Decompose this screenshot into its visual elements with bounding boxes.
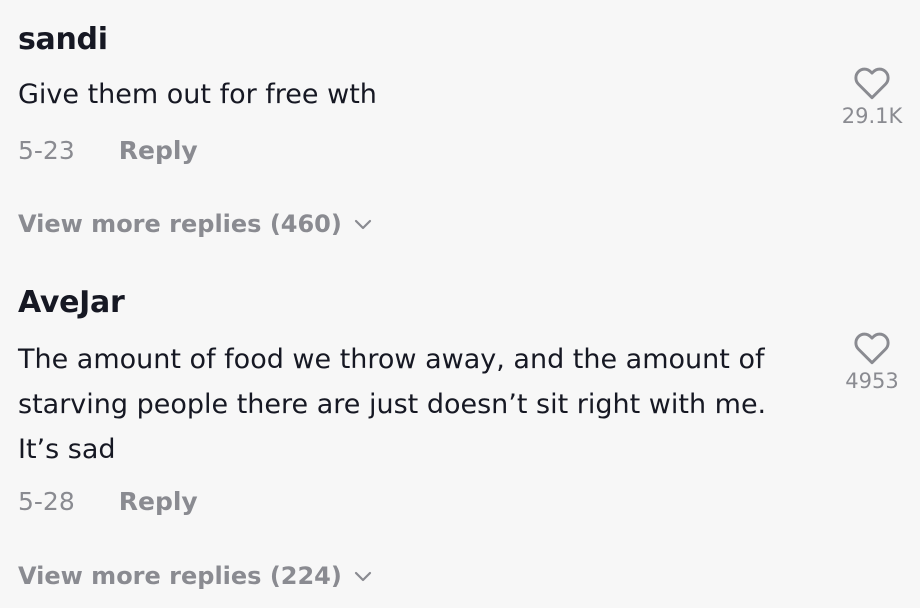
view-more-label: View more replies (224) xyxy=(18,562,342,590)
heart-outline-icon xyxy=(854,332,890,365)
view-more-replies-button[interactable]: View more replies (224) xyxy=(18,562,372,590)
comment-meta: 5-28 Reply xyxy=(18,487,198,516)
reply-button[interactable]: Reply xyxy=(119,487,198,516)
comment-text: The amount of food we throw away, and th… xyxy=(18,344,767,465)
like-button[interactable]: 4953 xyxy=(832,331,912,393)
comment-item: AveJar The amount of food we throw away,… xyxy=(0,0,920,608)
like-count: 4953 xyxy=(845,369,899,393)
comment-username[interactable]: AveJar xyxy=(18,285,125,320)
comment-date: 5-28 xyxy=(18,487,75,516)
chevron-down-icon xyxy=(354,571,371,582)
